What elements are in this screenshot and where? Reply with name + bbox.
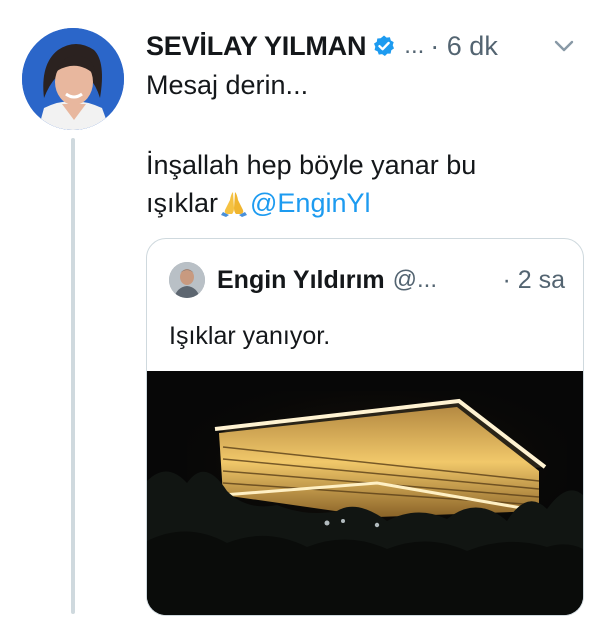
- tweet-text-line: Mesaj derin...: [146, 70, 309, 100]
- tweet-text: İnşallah hep böyle yanar bu: [146, 150, 477, 180]
- tweet-text-paragraph: İnşallah hep böyle yanar bu ışıklar @Eng…: [146, 146, 566, 222]
- quoted-tweet-text: Işıklar yanıyor.: [169, 322, 331, 350]
- author-handle[interactable]: ...: [404, 32, 424, 60]
- folded-hands-emoji-icon: [219, 188, 249, 218]
- quoted-author-handle[interactable]: @...: [393, 266, 437, 294]
- tweet-timestamp[interactable]: · 6 dk: [430, 31, 498, 62]
- thread-line: [71, 138, 75, 614]
- quoted-tweet-photo[interactable]: [147, 371, 583, 615]
- mention-link[interactable]: @EnginYl: [250, 188, 370, 218]
- chevron-down-icon[interactable]: [550, 32, 578, 60]
- quoted-tweet-header: Engin Yıldırım @... · 2 sa: [169, 262, 565, 298]
- quoted-tweet-timestamp[interactable]: · 2 sa: [502, 266, 565, 295]
- author-avatar-image: [22, 28, 124, 130]
- author-avatar[interactable]: [22, 28, 124, 130]
- tweet-header: SEVİLAY YILMAN ... · 6 dk: [146, 28, 578, 64]
- tweet[interactable]: SEVİLAY YILMAN ... · 6 dk Mesaj derin...…: [0, 0, 600, 619]
- quoted-author-display-name[interactable]: Engin Yıldırım: [217, 266, 385, 295]
- verified-badge-icon: [372, 34, 396, 58]
- quoted-tweet[interactable]: Engin Yıldırım @... · 2 sa Işıklar yanıy…: [146, 238, 584, 616]
- author-display-name[interactable]: SEVİLAY YILMAN: [146, 31, 366, 62]
- tweet-text: ışıklar: [146, 188, 219, 218]
- quoted-author-avatar[interactable]: [169, 262, 205, 298]
